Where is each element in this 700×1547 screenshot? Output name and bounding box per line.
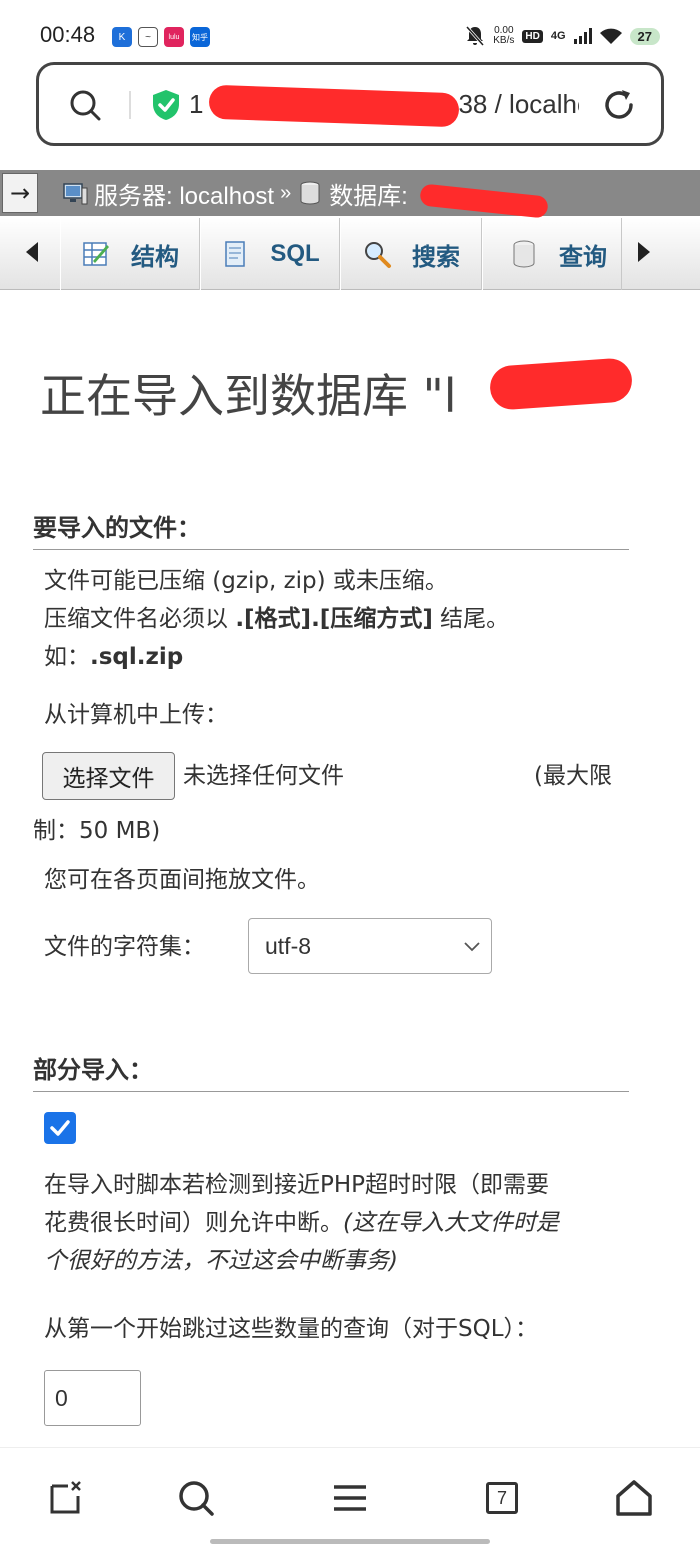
no-file-text: 未选择任何文件 bbox=[183, 763, 344, 789]
tab-scroll-right-icon[interactable] bbox=[638, 242, 650, 262]
signal-icon bbox=[573, 28, 592, 44]
upload-label: 从计算机中上传： bbox=[44, 702, 228, 728]
app-link-icon: ~ bbox=[138, 27, 158, 47]
tab-bar: 结构 SQL 搜索 查询 bbox=[0, 218, 700, 290]
breadcrumb: → 服务器: localhost » 数据库: bbox=[0, 170, 700, 216]
import-file-heading: 要导入的文件： bbox=[33, 508, 629, 550]
skip-queries-input[interactable]: 0 bbox=[44, 1370, 141, 1426]
address-bar[interactable]: 1 38 / localhos bbox=[36, 62, 664, 146]
app-k-icon: K bbox=[112, 27, 132, 47]
search-icon[interactable] bbox=[69, 89, 101, 121]
title-redaction bbox=[488, 357, 634, 411]
status-right: 0.00 KB/s HD 4G 27 bbox=[465, 25, 660, 47]
app-zhihu-icon: 知乎 bbox=[190, 27, 210, 47]
status-bar: 00:48 K ~ lulu 知乎 0.00 KB/s HD 4G 27 bbox=[0, 0, 700, 62]
search-icon[interactable] bbox=[176, 1478, 216, 1518]
page-title: 正在导入到数据库 "l bbox=[40, 369, 457, 423]
tab-search[interactable]: 搜索 bbox=[340, 218, 482, 290]
charset-label: 文件的字符集： bbox=[44, 934, 205, 960]
url-suffix: 38 / localhos bbox=[458, 89, 579, 119]
wifi-icon bbox=[599, 28, 622, 44]
tab-structure[interactable]: 结构 bbox=[60, 218, 200, 290]
chevron-down-icon bbox=[464, 942, 480, 952]
network-speed: 0.00 KB/s bbox=[493, 26, 514, 46]
drag-hint: 您可在各页面间拖放文件。 bbox=[44, 867, 320, 893]
tab-query-label: 查询 bbox=[559, 243, 607, 271]
hd-badge: HD bbox=[522, 29, 543, 43]
database-icon bbox=[300, 181, 320, 205]
home-icon[interactable] bbox=[614, 1478, 654, 1518]
address-divider bbox=[129, 91, 131, 119]
url-prefix: 1 bbox=[189, 89, 204, 119]
search-icon bbox=[365, 242, 391, 268]
skip-queries-label: 从第一个开始跳过这些数量的查询（对于SQL）： bbox=[44, 1316, 539, 1342]
example-note: 如：.sql.zip bbox=[44, 638, 183, 676]
reload-icon[interactable] bbox=[601, 87, 637, 123]
example-extension: .sql.zip bbox=[90, 644, 184, 670]
interrupt-desc-normal: 花费很长时间）则允许中断。 bbox=[44, 1210, 343, 1236]
breadcrumb-database[interactable]: 数据库: bbox=[297, 176, 408, 211]
interrupt-desc-line1: 在导入时脚本若检测到接近PHP超时时限（即需要 bbox=[44, 1172, 550, 1198]
tab-sql-label: SQL bbox=[270, 240, 320, 267]
filename-note: 压缩文件名必须以 .[格式].[压缩方式] 结尾。 bbox=[44, 600, 509, 638]
example-prefix: 如： bbox=[44, 644, 90, 670]
breadcrumb-database-label: 数据库: bbox=[329, 182, 408, 210]
charset-select[interactable]: utf-8 bbox=[248, 918, 492, 974]
max-limit-text-cont: 制：50 MB) bbox=[33, 818, 161, 844]
interrupt-desc-line2: 花费很长时间）则允许中断。(这在导入大文件时是 bbox=[44, 1204, 559, 1242]
tab-structure-label: 结构 bbox=[131, 243, 179, 271]
max-limit-text: (最大限 bbox=[534, 763, 612, 789]
tab-query[interactable]: 查询 bbox=[482, 218, 622, 290]
structure-icon bbox=[83, 242, 109, 266]
network-type: 4G bbox=[550, 30, 566, 42]
charset-value: utf-8 bbox=[265, 932, 312, 959]
interrupt-desc-line3: 个很好的方法，不过这会中断事务) bbox=[44, 1242, 398, 1280]
status-time: 00:48 bbox=[40, 22, 96, 47]
secure-shield-icon[interactable] bbox=[151, 89, 181, 121]
breadcrumb-separator: » bbox=[280, 181, 292, 204]
checkmark-icon bbox=[50, 1120, 70, 1136]
filename-format: .[格式].[压缩方式] bbox=[235, 606, 433, 632]
close-tab-icon[interactable] bbox=[46, 1478, 86, 1518]
status-app-icons: K ~ lulu 知乎 bbox=[112, 27, 210, 47]
menu-icon[interactable] bbox=[330, 1478, 370, 1518]
interrupt-desc-italic: (这在导入大文件时是 bbox=[343, 1210, 559, 1236]
filename-note-suffix: 结尾。 bbox=[432, 606, 510, 632]
home-indicator[interactable] bbox=[210, 1539, 490, 1544]
tab-count-button[interactable]: 7 bbox=[486, 1482, 518, 1514]
interrupt-desc-italic-cont: 个很好的方法，不过这会中断事务) bbox=[44, 1248, 398, 1274]
server-icon bbox=[63, 183, 88, 205]
tab-sql[interactable]: SQL bbox=[200, 218, 340, 290]
mute-bell-icon bbox=[466, 26, 485, 46]
breadcrumb-server-label: 服务器: localhost bbox=[94, 182, 275, 210]
tab-scroll-left-icon[interactable] bbox=[26, 242, 38, 262]
sql-icon bbox=[225, 241, 246, 267]
app-lulu-icon: lulu bbox=[164, 27, 184, 47]
compression-note: 文件可能已压缩 (gzip, zip) 或未压缩。 bbox=[44, 568, 448, 594]
speed-unit: KB/s bbox=[493, 35, 515, 46]
tab-search-label: 搜索 bbox=[412, 243, 460, 271]
partial-import-heading: 部分导入： bbox=[33, 1050, 629, 1092]
query-icon bbox=[513, 240, 535, 268]
filename-note-prefix: 压缩文件名必须以 bbox=[44, 606, 236, 632]
collapse-nav-arrow-icon[interactable]: → bbox=[2, 173, 38, 213]
choose-file-button[interactable]: 选择文件 bbox=[42, 752, 175, 800]
allow-interrupt-checkbox[interactable] bbox=[44, 1112, 76, 1144]
browser-bottom-nav: 7 bbox=[0, 1447, 700, 1547]
battery-level: 27 bbox=[629, 27, 660, 45]
breadcrumb-server[interactable]: 服务器: localhost » bbox=[62, 176, 291, 211]
